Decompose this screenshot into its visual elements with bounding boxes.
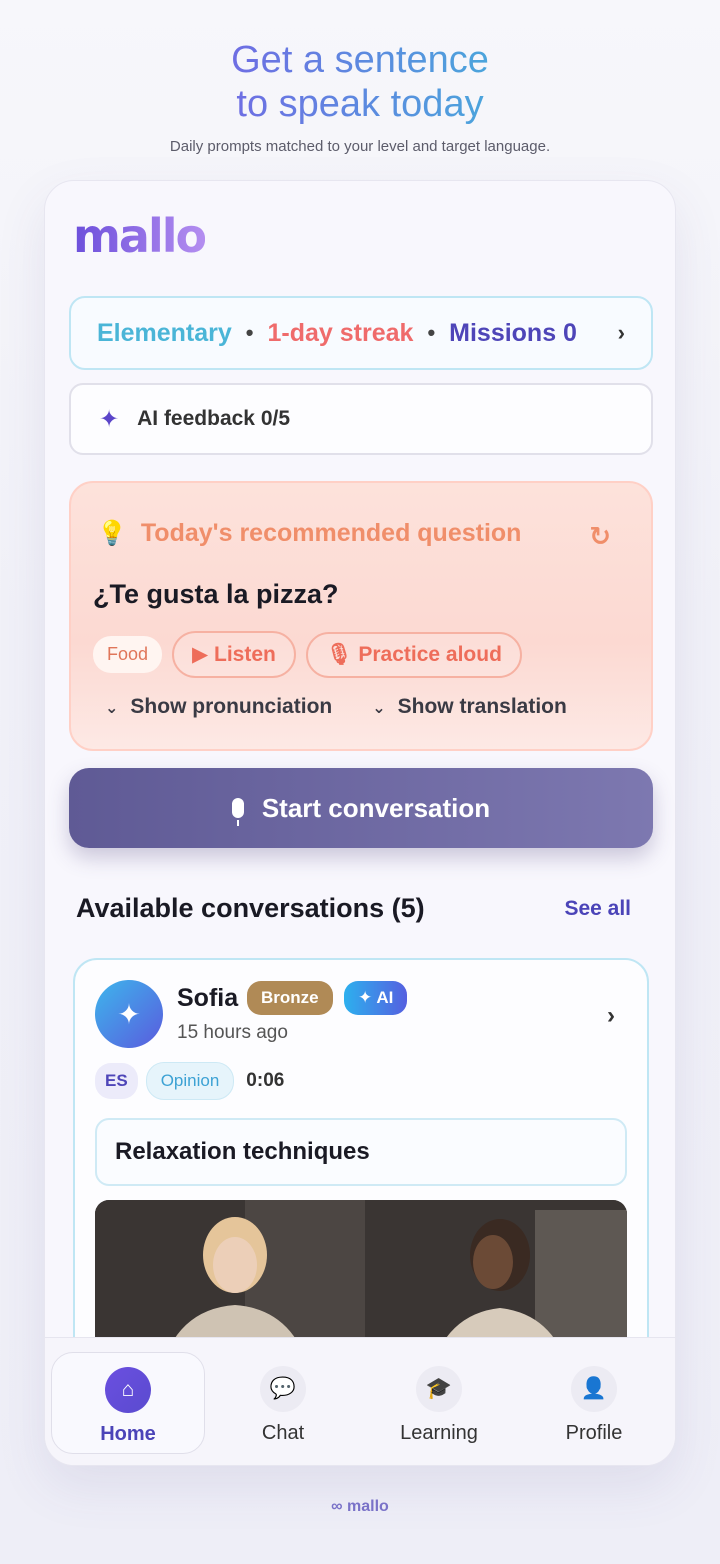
rank-badge: Bronze [247, 981, 333, 1015]
infinity-icon: ∞ [331, 1498, 348, 1515]
tab-chat-label: Chat [261, 1422, 305, 1444]
hero-subtitle: Daily prompts matched to your level and … [169, 138, 551, 155]
conversation-tags: ES Opinion 0:06 [95, 1062, 284, 1100]
missions-label: Missions 0 [449, 318, 577, 347]
chevron-right-icon[interactable]: › [618, 320, 625, 346]
hero-title-line1: Get a sentence [231, 39, 489, 81]
sparkles-icon: ✦ [117, 998, 141, 1030]
streak-label: 1-day streak [267, 318, 414, 347]
type-badge: Opinion [145, 1062, 235, 1100]
duration-label: 0:06 [246, 1070, 285, 1091]
tab-learning-label: Learning [400, 1422, 478, 1444]
question-text: ¿Te gusta la pizza? [93, 579, 339, 609]
tab-chat[interactable]: 💬 Chat [206, 1352, 360, 1454]
avatar: ✦ [95, 980, 163, 1048]
tab-profile[interactable]: 👤 Profile [517, 1352, 671, 1454]
separator-dot: • [245, 320, 254, 345]
refresh-icon[interactable]: ↻ [589, 521, 611, 552]
chevron-right-icon[interactable]: › [607, 1002, 615, 1030]
ai-badge: ✦ AI [344, 981, 408, 1015]
start-conversation-button[interactable]: Start conversation [69, 768, 653, 848]
microphone-icon: 🎙 [325, 642, 359, 666]
question-heading: 💡 Today's recommended question [97, 519, 521, 548]
listen-button[interactable]: ▶ Listen [172, 631, 296, 678]
tab-home-label: Home [100, 1423, 156, 1445]
question-heading-label: Today's recommended question [140, 519, 522, 547]
question-actions: Food ▶ Listen 🎙 Practice aloud [93, 631, 522, 678]
category-badge: Food [93, 636, 163, 673]
footer-logo: ∞ mallo [0, 1498, 720, 1516]
question-toggles: ⌄ Show pronunciation ⌄ Show translation [105, 695, 567, 719]
hero-title: Get a sentence to speak today [0, 38, 720, 126]
tab-learning[interactable]: 🎓 Learning [362, 1352, 516, 1454]
stats-bar[interactable]: Elementary • 1-day streak • Missions 0 › [69, 296, 653, 370]
start-conversation-label: Start conversation [261, 792, 491, 823]
lightbulb-icon: 💡 [97, 520, 127, 547]
microphone-icon [231, 798, 244, 826]
conversation-time: 15 hours ago [177, 1022, 288, 1043]
show-pronunciation-toggle[interactable]: ⌄ Show pronunciation [105, 695, 332, 719]
chat-icon: 💬 [260, 1366, 306, 1412]
ai-badge-label: AI [376, 988, 394, 1007]
conversation-card[interactable]: ✦ Sofia Bronze ✦ AI 15 hours ago › ES Op… [73, 958, 649, 1378]
practice-label: Practice aloud [358, 642, 502, 666]
conversations-section-title: Available conversations (5) [76, 893, 425, 923]
sparkles-icon: ✦ [358, 988, 377, 1007]
conversation-topic: Relaxation techniques [95, 1118, 627, 1186]
see-all-link[interactable]: See all [564, 897, 631, 921]
ai-feedback-bar[interactable]: ✦ AI feedback 0/5 [69, 383, 653, 455]
conversation-partner-name: Sofia [177, 984, 239, 1012]
practice-aloud-button[interactable]: 🎙 Practice aloud [305, 631, 522, 678]
tab-profile-label: Profile [565, 1422, 623, 1444]
tab-home[interactable]: ⌂ Home [51, 1352, 205, 1454]
chevron-down-icon: ⌄ [372, 700, 386, 717]
show-translation-toggle[interactable]: ⌄ Show translation [372, 695, 567, 719]
chevron-down-icon: ⌄ [105, 700, 119, 717]
show-translation-label: Show translation [397, 695, 567, 718]
show-pronunciation-label: Show pronunciation [130, 695, 333, 718]
graduation-cap-icon: 🎓 [416, 1366, 462, 1412]
separator-dot: • [427, 320, 436, 345]
app-logo: mallo [73, 209, 207, 263]
level-label: Elementary [97, 318, 232, 347]
play-icon: ▶ [192, 643, 215, 666]
hero-title-line2: to speak today [236, 83, 484, 125]
listen-label: Listen [214, 643, 276, 666]
ai-feedback-label: AI feedback 0/5 [137, 407, 291, 430]
language-badge: ES [95, 1063, 138, 1099]
footer-logo-text: mallo [347, 1498, 389, 1515]
app-frame: mallo Elementary • 1-day streak • Missio… [44, 180, 676, 1466]
recommended-question-card: 💡 Today's recommended question ↻ ¿Te gus… [69, 481, 653, 751]
sparkles-icon: ✦ [99, 405, 120, 433]
person-icon: 👤 [571, 1366, 617, 1412]
bottom-tab-bar: ⌂ Home 💬 Chat 🎓 Learning 👤 Profile [45, 1337, 675, 1465]
home-icon: ⌂ [105, 1367, 151, 1413]
